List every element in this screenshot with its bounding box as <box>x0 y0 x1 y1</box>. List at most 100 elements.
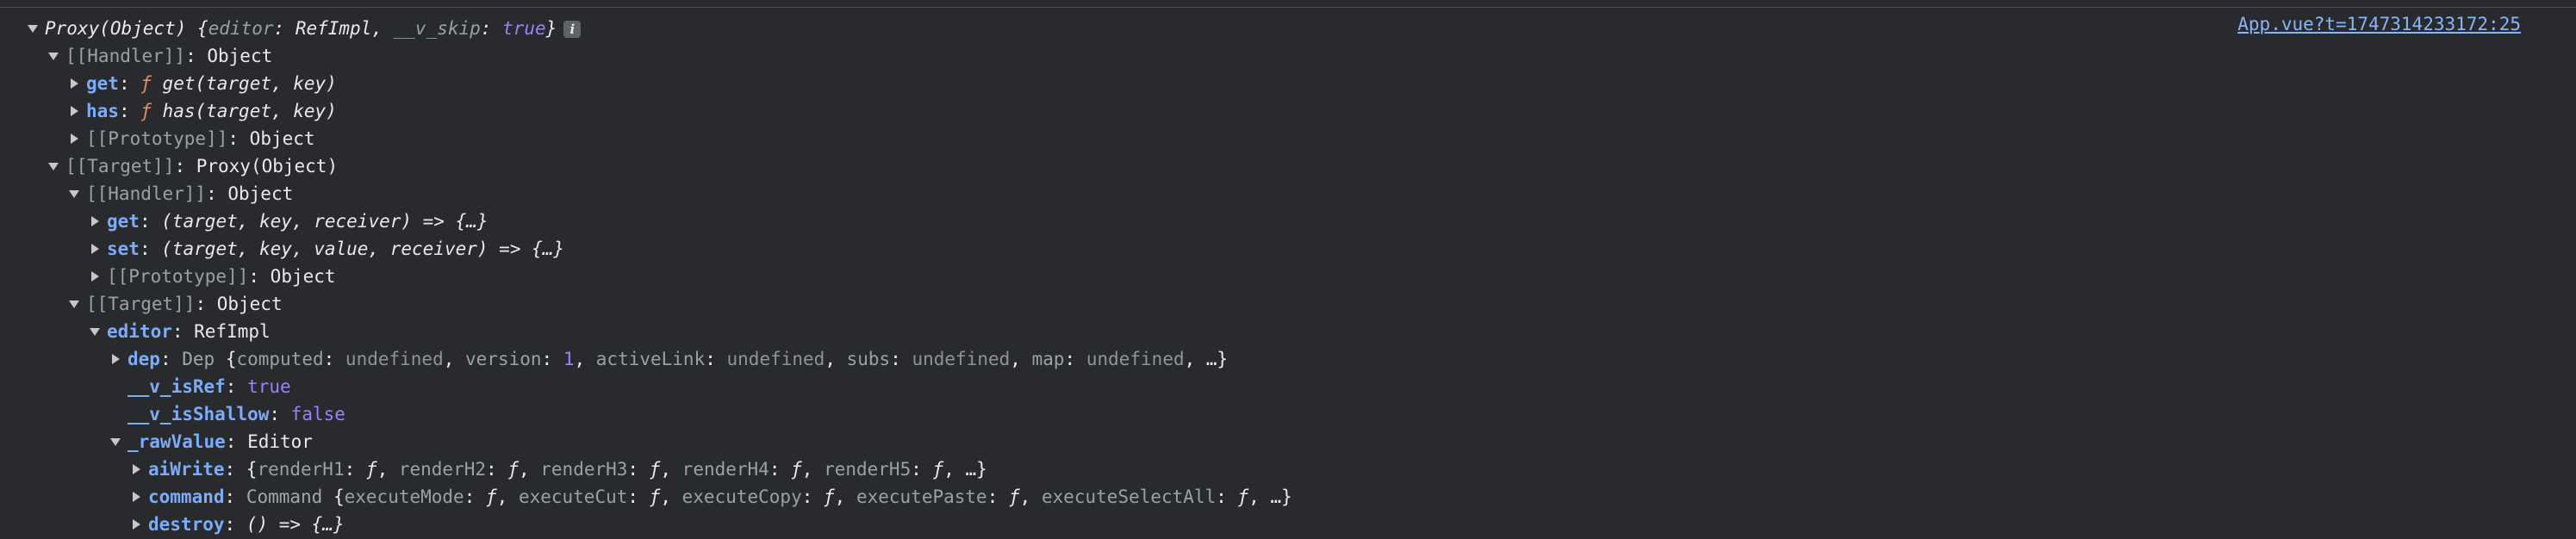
prop-key: editor <box>107 321 172 342</box>
function-signature: (target, key, receiver) => {…} <box>161 211 488 232</box>
preview-value: undefined <box>345 349 444 369</box>
expand-right-icon[interactable] <box>112 354 120 364</box>
value: false <box>290 404 345 424</box>
expand-down-icon[interactable] <box>90 327 100 336</box>
prop-key: __v_skip <box>393 18 481 39</box>
class-name: Dep <box>182 349 215 369</box>
tree-row[interactable]: [[Prototype]]: Object <box>90 263 336 290</box>
expand-down-icon[interactable] <box>110 437 121 446</box>
expand-right-icon[interactable] <box>133 492 140 502</box>
preview-more: …} <box>1270 486 1292 507</box>
preview-value: undefined <box>1086 349 1185 369</box>
internal-key: [[Target]] <box>86 294 196 314</box>
expand-right-icon[interactable] <box>71 133 78 144</box>
tree-row[interactable]: set: (target, key, value, receiver) => {… <box>90 235 564 263</box>
expand-right-icon[interactable] <box>91 271 99 282</box>
expand-down-icon[interactable] <box>48 162 59 170</box>
expand-down-icon[interactable] <box>48 52 59 60</box>
preview-key: map <box>1031 349 1065 369</box>
preview-key: subs <box>846 349 891 369</box>
expand-right-icon[interactable] <box>133 464 140 474</box>
expand-right-icon[interactable] <box>91 244 99 254</box>
function-signature: has(target, key) <box>162 101 337 121</box>
function-icon: ƒ <box>140 101 152 121</box>
expand-right-icon[interactable] <box>71 78 78 89</box>
expand-right-icon[interactable] <box>71 106 78 116</box>
preview-key: executeCopy <box>681 486 802 507</box>
tree-row[interactable]: [[Target]]: Object <box>69 290 283 318</box>
function-signature: () => {…} <box>246 514 345 535</box>
tree-row: __v_isShallow: false <box>128 404 345 424</box>
value: true <box>247 376 291 397</box>
function-icon: ƒ <box>1237 486 1249 507</box>
internal-key: [[Handler]] <box>65 46 186 66</box>
function-icon: ƒ <box>365 459 377 480</box>
preview-key: renderH5 <box>824 459 912 480</box>
preview-value: undefined <box>726 349 825 369</box>
prop-key: set <box>107 239 140 259</box>
expand-right-icon[interactable] <box>133 519 140 530</box>
tree-row[interactable]: aiWrite: {renderH1: ƒ, renderH2: ƒ, rend… <box>131 455 987 483</box>
function-icon: ƒ <box>824 486 835 507</box>
value: Proxy(Object) <box>196 156 339 177</box>
proxy-head: Proxy(Object) { <box>45 18 208 39</box>
preview-key: renderH3 <box>540 459 628 480</box>
tree-row[interactable]: has: ƒ has(target, key) <box>69 97 337 125</box>
expand-down-icon[interactable] <box>69 300 79 308</box>
preview-more: …} <box>1205 349 1229 369</box>
internal-key: [[Prototype]] <box>107 266 249 287</box>
value: RefImpl <box>194 321 271 342</box>
tree-row[interactable]: command: Command {executeMode: ƒ, execut… <box>131 483 1292 511</box>
function-icon: ƒ <box>932 459 944 480</box>
function-signature: get(target, key) <box>162 73 337 94</box>
expand-right-icon[interactable] <box>91 216 99 226</box>
function-icon: ƒ <box>1008 486 1020 507</box>
preview-value: 1 <box>563 349 575 369</box>
tree-row-root[interactable]: Proxy(Object) {editor: RefImpl, __v_skip… <box>28 15 582 42</box>
tree-row[interactable]: _rawValue: Editor <box>110 428 313 455</box>
prop-key: __v_isShallow <box>128 404 270 424</box>
value: Editor <box>247 431 313 452</box>
tree-row[interactable]: editor: RefImpl <box>90 318 271 345</box>
tree-row[interactable]: get: (target, key, receiver) => {…} <box>90 208 488 235</box>
tree-row: __v_isRef: true <box>128 376 291 397</box>
expand-down-icon[interactable] <box>69 189 79 198</box>
function-icon: ƒ <box>507 459 519 480</box>
prop-key: aiWrite <box>148 459 225 480</box>
prop-key: _rawValue <box>128 431 226 452</box>
function-icon: ƒ <box>649 486 661 507</box>
value: Object <box>249 128 315 149</box>
tree-row[interactable]: [[Handler]]: Object <box>48 42 272 70</box>
value: Object <box>207 46 273 66</box>
preview-more: …} <box>965 459 987 480</box>
prop-value: true <box>502 18 546 39</box>
preview-key: executeCut <box>518 486 628 507</box>
function-icon: ƒ <box>140 73 152 94</box>
function-icon: ƒ <box>791 459 802 480</box>
expand-down-icon[interactable] <box>28 24 38 33</box>
tree-row[interactable]: dep: Dep {computed: undefined, version: … <box>110 345 1228 373</box>
tree-row[interactable]: destroy: () => {…} <box>131 511 345 538</box>
source-link[interactable]: App.vue?t=1747314233172:25 <box>2237 14 2521 34</box>
tree-row[interactable]: get: ƒ get(target, key) <box>69 70 337 97</box>
info-icon[interactable]: i <box>563 21 582 38</box>
tree-row[interactable]: [[Handler]]: Object <box>69 180 293 208</box>
prop-value: RefImpl <box>295 18 372 39</box>
console-divider <box>0 7 2576 8</box>
prop-key: destroy <box>148 514 225 535</box>
preview-key: version <box>465 349 542 369</box>
preview-key: renderH4 <box>681 459 769 480</box>
preview-key: computed <box>236 349 324 369</box>
preview-key: executeMode <box>344 486 464 507</box>
tree-row[interactable]: [[Prototype]]: Object <box>69 125 315 152</box>
internal-key: [[Prototype]] <box>86 128 228 149</box>
tree-row[interactable]: [[Target]]: Proxy(Object) <box>48 152 338 180</box>
prop-key: command <box>148 486 225 507</box>
value: Object <box>270 266 336 287</box>
internal-key: [[Target]] <box>65 156 175 177</box>
preview-key: renderH2 <box>398 459 487 480</box>
preview-key: executePaste <box>856 486 987 507</box>
preview-value: undefined <box>912 349 1011 369</box>
preview-key: activeLink <box>595 349 706 369</box>
function-icon: ƒ <box>649 459 661 480</box>
